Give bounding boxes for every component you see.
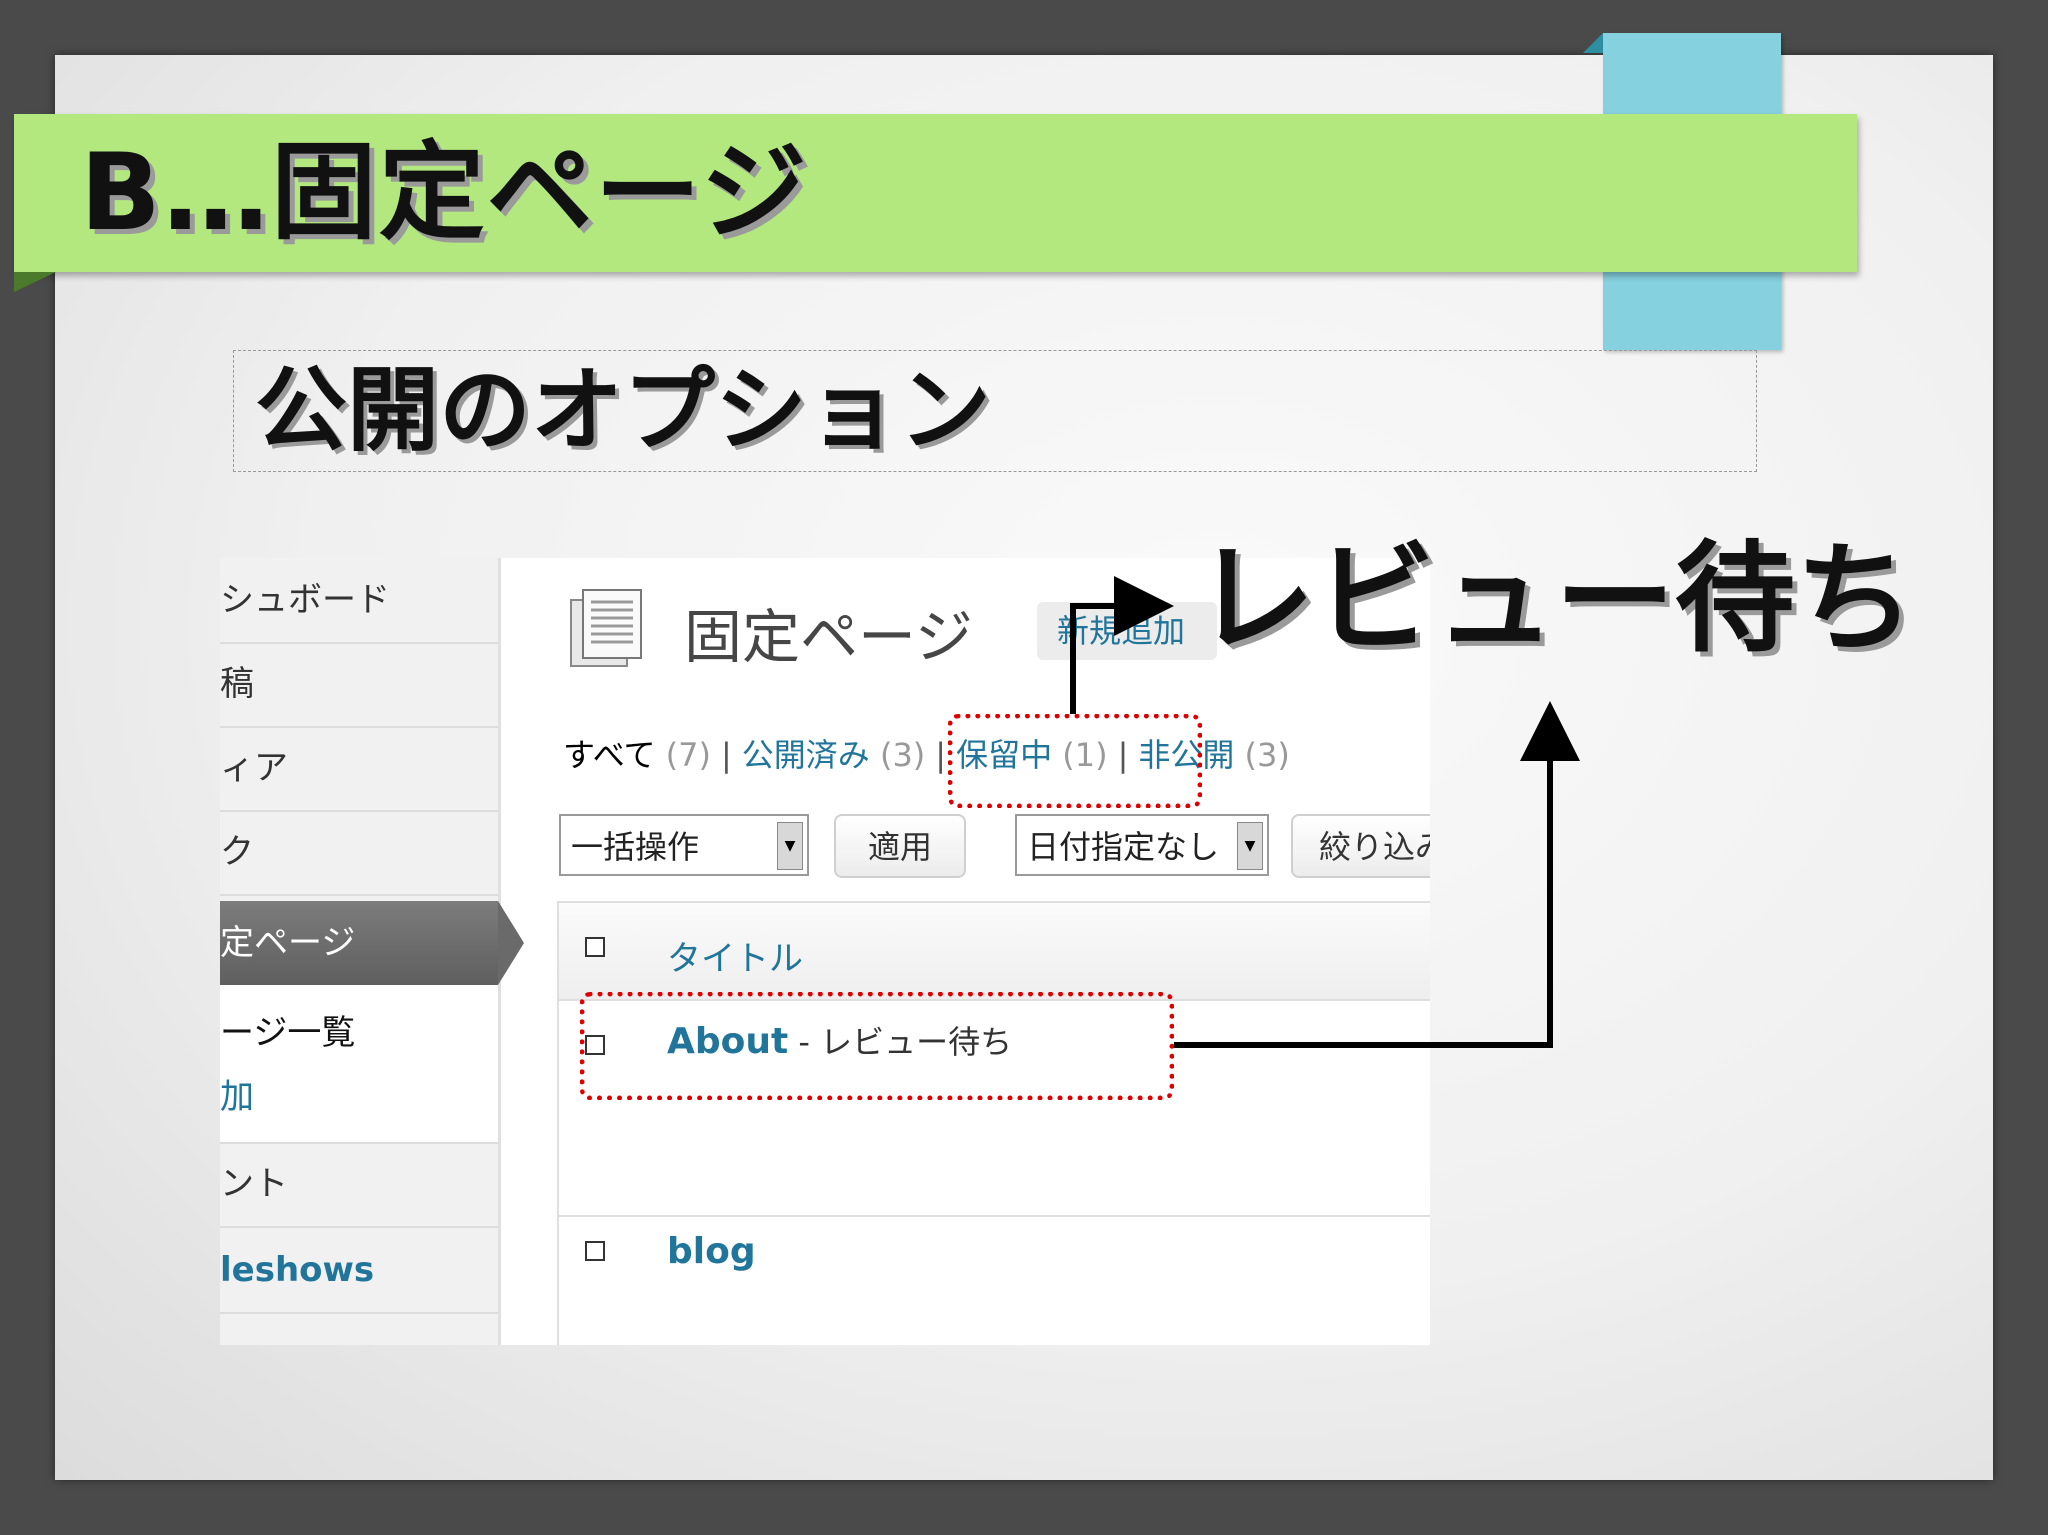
annotation-arrows [1070,576,1580,1048]
arrow-about-to-callout [1174,701,1580,1048]
callout-label: レビュー待ち [1195,530,1915,669]
arrow-pending-to-callout [1070,576,1174,714]
